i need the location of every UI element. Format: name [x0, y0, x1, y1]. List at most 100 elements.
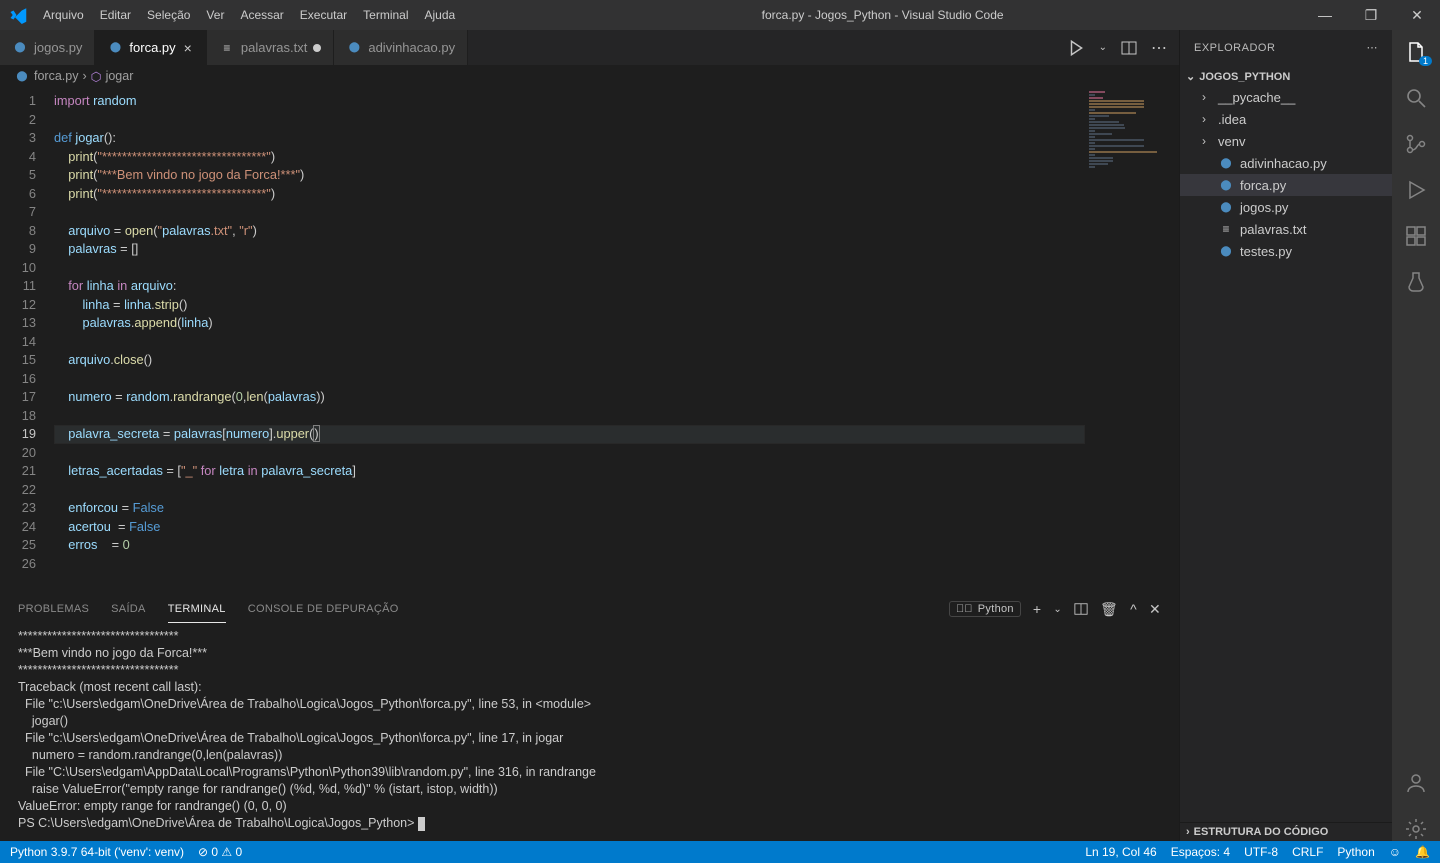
python-file-icon [14, 68, 30, 84]
status-position[interactable]: Ln 19, Col 46 [1085, 845, 1156, 859]
folder-venv[interactable]: ›venv [1180, 130, 1392, 152]
tab-adivinhacao-py[interactable]: adivinhacao.py [334, 30, 468, 65]
split-editor-icon[interactable] [1121, 40, 1137, 56]
run-button[interactable] [1067, 39, 1085, 57]
debug-icon: ▷⃝ [956, 603, 973, 615]
file-forca-py[interactable]: forca.py [1180, 174, 1392, 196]
explorer-sidebar: EXPLORADOR ⋯ ⌄ JOGOS_PYTHON ›__pycache__… [1179, 30, 1392, 841]
outline-title: ESTRUTURA DO CÓDIGO [1194, 826, 1329, 838]
panel-tab-terminal[interactable]: TERMINAL [168, 603, 226, 623]
new-terminal-button[interactable]: + [1033, 601, 1041, 617]
txt-file-icon [1218, 221, 1234, 237]
terminal-type-dropdown[interactable]: ▷⃝ Python [949, 601, 1021, 617]
file-palavras-txt[interactable]: palavras.txt [1180, 218, 1392, 240]
run-dropdown-icon[interactable]: ⌄ [1099, 42, 1107, 53]
extensions-icon[interactable] [1404, 224, 1428, 248]
py-file-icon [1218, 177, 1234, 193]
panel-tab-saida[interactable]: SAÍDA [111, 603, 146, 615]
file-label: testes.py [1240, 244, 1292, 259]
explorer-title: EXPLORADOR [1194, 42, 1275, 54]
editor-toolbar: ⌄ ⋯ [1055, 30, 1179, 65]
py-file-icon [346, 40, 362, 56]
search-icon[interactable] [1404, 86, 1428, 110]
minimap[interactable] [1085, 87, 1179, 591]
tab-forca-py[interactable]: forca.py× [95, 30, 206, 65]
py-file-icon [107, 40, 123, 56]
py-file-icon [12, 40, 28, 56]
menu-ajuda[interactable]: Ajuda [417, 8, 464, 22]
file-testes-py[interactable]: testes.py [1180, 240, 1392, 262]
terminal-output[interactable]: ************************************Bem … [0, 626, 1179, 841]
editor[interactable]: 1234567891011121314151617181920212223242… [0, 87, 1179, 591]
py-file-icon [1218, 199, 1234, 215]
file-jogos-py[interactable]: jogos.py [1180, 196, 1392, 218]
status-eol[interactable]: CRLF [1292, 845, 1323, 859]
window-title: forca.py - Jogos_Python - Visual Studio … [463, 8, 1302, 22]
maximize-panel-icon[interactable]: ^ [1130, 601, 1137, 617]
testing-icon[interactable] [1404, 270, 1428, 294]
account-icon[interactable] [1404, 771, 1428, 795]
activity-bar: 1 [1392, 30, 1440, 841]
kill-terminal-icon[interactable]: 🗑 [1100, 601, 1118, 618]
menu-terminal[interactable]: Terminal [355, 8, 416, 22]
close-panel-icon[interactable]: ✕ [1149, 601, 1161, 618]
outline-header[interactable]: › ESTRUTURA DO CÓDIGO [1180, 823, 1392, 841]
status-feedback-icon[interactable]: ☺ [1389, 845, 1401, 859]
file-adivinhacao-py[interactable]: adivinhacao.py [1180, 152, 1392, 174]
run-debug-icon[interactable] [1404, 178, 1428, 202]
line-gutter: 1234567891011121314151617181920212223242… [0, 87, 54, 591]
file-label: forca.py [1240, 178, 1286, 193]
more-actions-icon[interactable]: ⋯ [1151, 38, 1167, 58]
code-area[interactable]: import random def jogar(): print("******… [54, 87, 1085, 591]
txt-file-icon [219, 40, 235, 56]
folder-label: __pycache__ [1218, 90, 1295, 105]
close-tab-icon[interactable]: × [182, 40, 194, 56]
breadcrumb[interactable]: forca.py › ⬡ jogar [0, 65, 1179, 87]
close-button[interactable]: ✕ [1394, 7, 1440, 24]
status-language[interactable]: Python [1337, 845, 1374, 859]
menu-bar: ArquivoEditarSeleçãoVerAcessarExecutarTe… [35, 8, 463, 22]
chevron-right-icon: › [1186, 826, 1190, 838]
tab-jogos-py[interactable]: jogos.py [0, 30, 95, 65]
menu-acessar[interactable]: Acessar [232, 8, 291, 22]
status-bell-icon[interactable]: 🔔 [1415, 845, 1430, 859]
tab-label: adivinhacao.py [368, 40, 455, 55]
file-tree: ›__pycache__›.idea›venvadivinhacao.pyfor… [1180, 86, 1392, 262]
status-encoding[interactable]: UTF-8 [1244, 845, 1278, 859]
project-header[interactable]: ⌄ JOGOS_PYTHON [1180, 67, 1392, 86]
explorer-more-icon[interactable]: ⋯ [1367, 41, 1379, 54]
explorer-icon[interactable]: 1 [1404, 40, 1428, 64]
menu-editar[interactable]: Editar [92, 8, 139, 22]
py-file-icon [1218, 155, 1234, 171]
status-interpreter[interactable]: Python 3.9.7 64-bit ('venv': venv) [10, 845, 184, 859]
tab-label: jogos.py [34, 40, 82, 55]
panel-tab-problemas[interactable]: PROBLEMAS [18, 603, 89, 615]
folder-.idea[interactable]: ›.idea [1180, 108, 1392, 130]
vscode-logo-icon [0, 6, 35, 24]
status-bar: Python 3.9.7 64-bit ('venv': venv) ⊘ 0 ⚠… [0, 841, 1440, 863]
explorer-badge: 1 [1419, 56, 1432, 66]
settings-gear-icon[interactable] [1404, 817, 1428, 841]
bottom-panel: PROBLEMAS SAÍDA TERMINAL CONSOLE DE DEPU… [0, 591, 1179, 841]
minimize-button[interactable]: — [1302, 7, 1348, 24]
status-problems[interactable]: ⊘ 0 ⚠ 0 [198, 845, 242, 859]
menu-ver[interactable]: Ver [198, 8, 232, 22]
terminal-dropdown-icon[interactable]: ⌄ [1053, 604, 1062, 615]
project-name: JOGOS_PYTHON [1199, 71, 1290, 83]
tab-palavras-txt[interactable]: palavras.txt [207, 30, 334, 65]
maximize-button[interactable]: ❐ [1348, 7, 1394, 24]
terminal-type-label: Python [978, 603, 1014, 615]
menu-executar[interactable]: Executar [292, 8, 355, 22]
folder-label: .idea [1218, 112, 1246, 127]
split-terminal-icon[interactable] [1074, 602, 1088, 616]
title-bar: ArquivoEditarSeleçãoVerAcessarExecutarTe… [0, 0, 1440, 30]
folder-__pycache__[interactable]: ›__pycache__ [1180, 86, 1392, 108]
chevron-right-icon: › [1202, 134, 1212, 148]
panel-tab-depuracao[interactable]: CONSOLE DE DEPURAÇÃO [248, 603, 399, 615]
source-control-icon[interactable] [1404, 132, 1428, 156]
editor-tabs: jogos.py forca.py×palavras.txt adivinhacao… [0, 30, 1179, 65]
panel-tabs: PROBLEMAS SAÍDA TERMINAL CONSOLE DE DEPU… [0, 592, 1179, 626]
menu-arquivo[interactable]: Arquivo [35, 8, 92, 22]
menu-seleção[interactable]: Seleção [139, 8, 198, 22]
status-spaces[interactable]: Espaços: 4 [1171, 845, 1230, 859]
